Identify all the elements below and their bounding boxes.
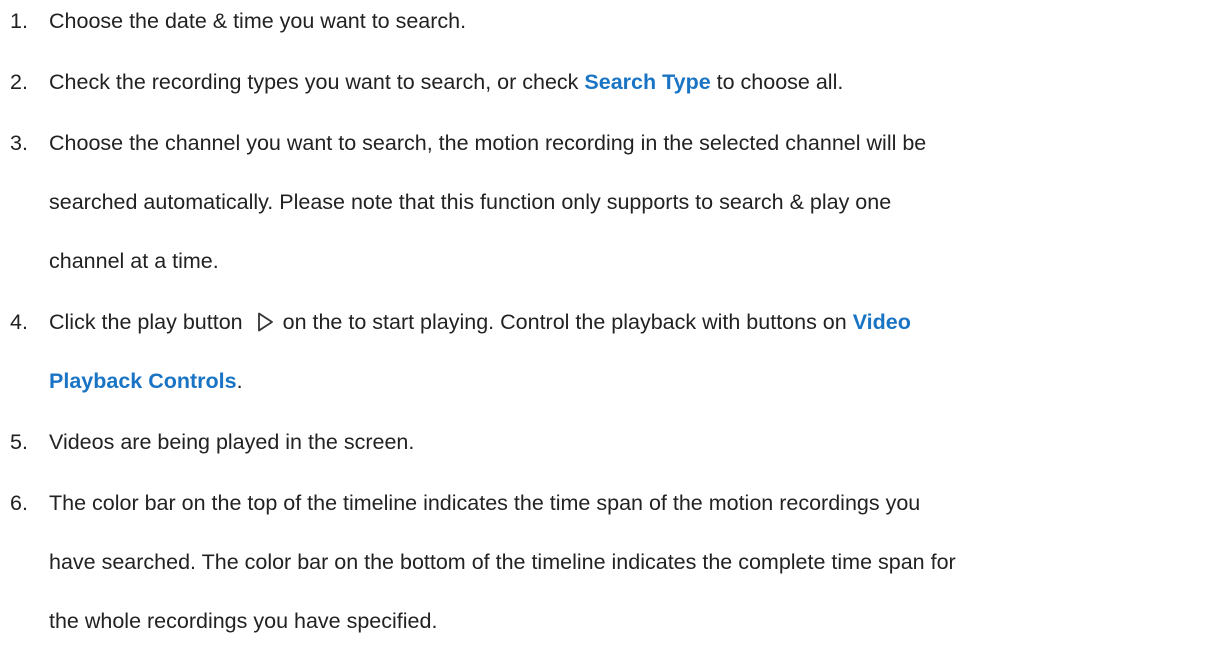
step-number: 6. [10, 491, 28, 515]
step-text-line: The color bar on the top of the timeline… [49, 491, 921, 515]
step-text-line: channel at a time. [49, 249, 219, 273]
step-text-tail: . [236, 369, 243, 393]
step-text-line: Click the play button on the to start pla… [49, 309, 911, 335]
step-text: Videos are being played in the screen. [49, 430, 415, 454]
step-number: 4. [10, 310, 28, 334]
search-type-link[interactable]: Search Type [584, 70, 710, 94]
step-text-line: have searched. The color bar on the bott… [49, 550, 956, 574]
step-text-line: Playback Controls. [49, 368, 243, 394]
step-number: 5. [10, 430, 28, 454]
play-icon [253, 310, 277, 334]
video-playback-controls-link[interactable]: Video [853, 310, 911, 334]
step-text-before: Check the recording types you want to se… [49, 70, 585, 94]
step-text-line: Choose the channel you want to search, t… [49, 131, 927, 155]
step-text-after: on the to start playing. Control the pla… [282, 310, 853, 334]
step-number: 1. [10, 9, 28, 33]
step-text-after: to choose all. [710, 70, 844, 94]
step-text-line: searched automatically. Please note that… [49, 190, 892, 214]
step-text-before: Click the play button [49, 310, 243, 334]
step-number: 3. [10, 131, 28, 155]
step-text: Check the recording types you want to se… [49, 69, 843, 95]
video-playback-controls-link[interactable]: Playback Controls [49, 369, 237, 393]
step-number: 2. [10, 70, 28, 94]
instruction-steps: 1. Choose the date & time you want to se… [0, 0, 1230, 653]
step-text-line: the whole recordings you have specified. [49, 609, 438, 633]
step-text: Choose the date & time you want to searc… [49, 9, 467, 33]
